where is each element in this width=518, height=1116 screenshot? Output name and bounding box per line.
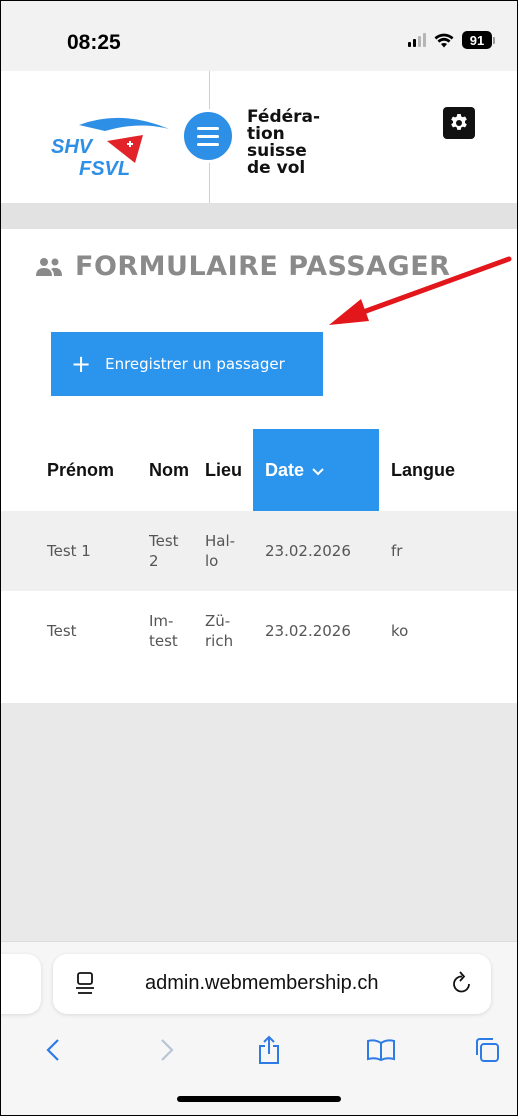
menu-icon — [197, 126, 219, 130]
battery-icon: 91 — [462, 31, 495, 49]
add-passenger-label: Enregistrer un passager — [105, 355, 285, 373]
home-indicator[interactable] — [177, 1096, 341, 1102]
url-text: admin.webmembership.ch — [145, 972, 379, 994]
status-time: 08:25 — [67, 31, 121, 54]
main-content: FORMULAIRE PASSAGER + Enregistrer un pas… — [1, 229, 517, 703]
table-row[interactable]: Test Im-test Zü-rich 23.02.2026 ko — [39, 591, 479, 671]
chevron-down-icon — [312, 467, 324, 475]
cell-date: 23.02.2026 — [253, 511, 379, 591]
header-separator — [1, 203, 517, 229]
cell-langue: ko — [379, 591, 479, 671]
cell-nom: Im-test — [141, 591, 197, 671]
cell-langue: fr — [379, 511, 479, 591]
forward-button[interactable] — [147, 1030, 187, 1070]
cell-lieu: Hal-lo — [197, 511, 253, 591]
annotation-arrow — [329, 256, 512, 325]
back-icon — [46, 1039, 59, 1061]
gear-icon — [451, 114, 467, 130]
column-header-langue[interactable]: Langue — [379, 429, 479, 511]
column-header-prenom[interactable]: Prénom — [39, 429, 141, 511]
cell-lieu: Zü-rich — [197, 591, 253, 671]
back-button[interactable] — [33, 1030, 73, 1070]
column-header-nom[interactable]: Nom — [141, 429, 197, 511]
screen-frame: 08:25 91 SHV FSVL Fédéra- tion suisse de… — [0, 0, 518, 1116]
settings-button[interactable] — [443, 107, 475, 139]
passenger-table: Prénom Nom Lieu Date Langue Test 1 Test 2 — [39, 429, 479, 671]
users-icon — [36, 257, 62, 276]
wifi-icon — [434, 33, 454, 47]
cell-prenom: Test — [39, 591, 141, 671]
browser-toolbar: admin.webmembership.ch — [1, 941, 517, 1115]
previous-tab-url-bar[interactable] — [1, 954, 41, 1014]
browser-nav-row — [1, 1030, 517, 1074]
logo-text-fsvl: FSVL — [79, 158, 130, 180]
brand-line: de vol — [247, 158, 306, 178]
menu-button[interactable] — [181, 109, 235, 163]
plus-icon: + — [71, 350, 92, 378]
bookmarks-button[interactable] — [361, 1030, 401, 1070]
share-button[interactable] — [249, 1030, 289, 1070]
tabs-button[interactable] — [467, 1030, 507, 1070]
brand-name: Fédéra- tion suisse de vol — [247, 109, 320, 177]
status-icons: 91 — [408, 31, 495, 49]
site-header: SHV FSVL Fédéra- tion suisse de vol — [1, 71, 517, 203]
forward-icon — [161, 1039, 174, 1061]
table-row[interactable]: Test 1 Test 2 Hal-lo 23.02.2026 fr — [39, 511, 479, 591]
reload-icon[interactable] — [451, 970, 473, 996]
add-passenger-button[interactable]: + Enregistrer un passager — [51, 332, 323, 396]
page-menu-icon[interactable] — [75, 972, 95, 996]
address-bar[interactable]: admin.webmembership.ch — [53, 954, 491, 1014]
column-header-date[interactable]: Date — [253, 429, 379, 511]
signal-icon — [408, 33, 426, 47]
battery-level: 91 — [462, 31, 492, 49]
column-header-lieu[interactable]: Lieu — [197, 429, 253, 511]
table-header-row: Prénom Nom Lieu Date Langue — [39, 429, 479, 511]
cell-prenom: Test 1 — [39, 511, 141, 591]
empty-area — [1, 703, 517, 941]
logo-text-shv: SHV — [51, 136, 94, 158]
tabs-icon — [476, 1038, 499, 1062]
cell-date: 23.02.2026 — [253, 591, 379, 671]
status-bar: 08:25 91 — [1, 1, 517, 71]
bookmarks-icon — [367, 1039, 395, 1062]
share-icon — [259, 1035, 279, 1064]
shv-fsvl-logo[interactable]: SHV FSVL — [51, 113, 191, 183]
cell-nom: Test 2 — [141, 511, 197, 591]
